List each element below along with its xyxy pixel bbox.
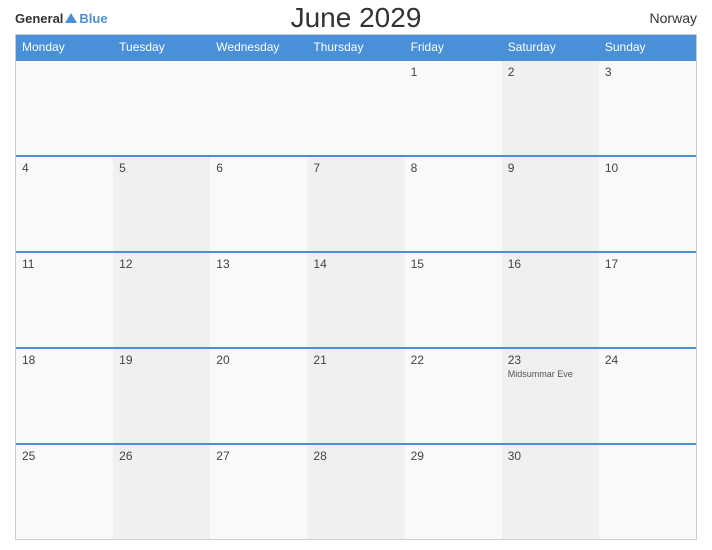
cal-cell-5-3: 27 bbox=[210, 445, 307, 539]
date-number: 22 bbox=[411, 353, 496, 367]
date-number: 28 bbox=[313, 449, 398, 463]
date-number: 16 bbox=[508, 257, 593, 271]
calendar-body: 1234567891011121314151617181920212223Mid… bbox=[16, 59, 696, 539]
logo: General Blue bbox=[15, 11, 108, 26]
header-day-wednesday: Wednesday bbox=[210, 35, 307, 59]
cal-cell-1-1 bbox=[16, 61, 113, 155]
cal-cell-5-2: 26 bbox=[113, 445, 210, 539]
date-number: 29 bbox=[411, 449, 496, 463]
header-day-saturday: Saturday bbox=[502, 35, 599, 59]
week-row-3: 11 12 13 14 15 16 17 bbox=[16, 251, 696, 347]
cal-cell-2-3: 6 bbox=[210, 157, 307, 251]
cal-cell-3-6: 16 bbox=[502, 253, 599, 347]
page-title: June 2029 bbox=[291, 2, 422, 34]
date-number: 14 bbox=[313, 257, 398, 271]
cal-cell-5-6: 30 bbox=[502, 445, 599, 539]
date-number: 12 bbox=[119, 257, 204, 271]
header: General Blue June 2029 Norway bbox=[15, 10, 697, 26]
calendar-header: MondayTuesdayWednesdayThursdayFridaySatu… bbox=[16, 35, 696, 59]
cal-cell-1-7: 3 bbox=[599, 61, 696, 155]
week-row-5: 25 26 27 28 29 30 bbox=[16, 443, 696, 539]
cal-cell-3-5: 15 bbox=[405, 253, 502, 347]
cal-cell-2-2: 5 bbox=[113, 157, 210, 251]
date-number: 20 bbox=[216, 353, 301, 367]
calendar-page: General Blue June 2029 Norway MondayTues… bbox=[0, 0, 712, 550]
week-row-2: 456789 10 bbox=[16, 155, 696, 251]
cal-cell-4-7: 24 bbox=[599, 349, 696, 443]
logo-general-text: General bbox=[15, 11, 63, 26]
date-number: 7 bbox=[313, 161, 398, 175]
date-number: 6 bbox=[216, 161, 301, 175]
cal-cell-5-1: 25 bbox=[16, 445, 113, 539]
date-number: 15 bbox=[411, 257, 496, 271]
logo-triangle-icon bbox=[65, 13, 77, 23]
date-number: 26 bbox=[119, 449, 204, 463]
country-label: Norway bbox=[650, 10, 697, 26]
date-number: 30 bbox=[508, 449, 593, 463]
date-number: 13 bbox=[216, 257, 301, 271]
calendar: MondayTuesdayWednesdayThursdayFridaySatu… bbox=[15, 34, 697, 540]
cal-cell-5-4: 28 bbox=[307, 445, 404, 539]
cal-cell-2-7: 10 bbox=[599, 157, 696, 251]
date-number: 19 bbox=[119, 353, 204, 367]
date-number: 1 bbox=[411, 65, 496, 79]
date-number: 10 bbox=[605, 161, 690, 175]
date-number: 21 bbox=[313, 353, 398, 367]
date-number: 5 bbox=[119, 161, 204, 175]
cal-cell-2-5: 8 bbox=[405, 157, 502, 251]
header-day-monday: Monday bbox=[16, 35, 113, 59]
cal-cell-3-3: 13 bbox=[210, 253, 307, 347]
date-number: 9 bbox=[508, 161, 593, 175]
cal-cell-1-5: 1 bbox=[405, 61, 502, 155]
date-number: 4 bbox=[22, 161, 107, 175]
cal-cell-2-4: 7 bbox=[307, 157, 404, 251]
cal-cell-1-3 bbox=[210, 61, 307, 155]
header-day-sunday: Sunday bbox=[599, 35, 696, 59]
cal-cell-4-3: 20 bbox=[210, 349, 307, 443]
cal-cell-1-4 bbox=[307, 61, 404, 155]
cal-cell-4-1: 18 bbox=[16, 349, 113, 443]
cal-cell-4-2: 19 bbox=[113, 349, 210, 443]
header-day-thursday: Thursday bbox=[307, 35, 404, 59]
cal-cell-3-4: 14 bbox=[307, 253, 404, 347]
cal-cell-4-4: 21 bbox=[307, 349, 404, 443]
logo-blue-text: Blue bbox=[79, 11, 107, 26]
holiday-label: Midsummar Eve bbox=[508, 369, 593, 380]
date-number: 18 bbox=[22, 353, 107, 367]
cal-cell-4-6: 23 Midsummar Eve bbox=[502, 349, 599, 443]
date-number: 3 bbox=[605, 65, 690, 79]
date-number: 11 bbox=[22, 257, 107, 271]
cal-cell-2-6: 9 bbox=[502, 157, 599, 251]
header-day-friday: Friday bbox=[405, 35, 502, 59]
date-number: 25 bbox=[22, 449, 107, 463]
week-row-1: 123 bbox=[16, 59, 696, 155]
cal-cell-1-2 bbox=[113, 61, 210, 155]
cal-cell-3-7: 17 bbox=[599, 253, 696, 347]
date-number: 24 bbox=[605, 353, 690, 367]
cal-cell-1-6: 2 bbox=[502, 61, 599, 155]
cal-cell-4-5: 22 bbox=[405, 349, 502, 443]
cal-cell-3-1: 11 bbox=[16, 253, 113, 347]
date-number: 2 bbox=[508, 65, 593, 79]
date-number: 23 bbox=[508, 353, 593, 367]
cal-cell-3-2: 12 bbox=[113, 253, 210, 347]
date-number: 17 bbox=[605, 257, 690, 271]
cal-cell-5-5: 29 bbox=[405, 445, 502, 539]
date-number: 27 bbox=[216, 449, 301, 463]
cal-cell-2-1: 4 bbox=[16, 157, 113, 251]
header-day-tuesday: Tuesday bbox=[113, 35, 210, 59]
cal-cell-5-7 bbox=[599, 445, 696, 539]
date-number: 8 bbox=[411, 161, 496, 175]
week-row-4: 18 19 20 21 22 23 Midsummar Eve 24 bbox=[16, 347, 696, 443]
